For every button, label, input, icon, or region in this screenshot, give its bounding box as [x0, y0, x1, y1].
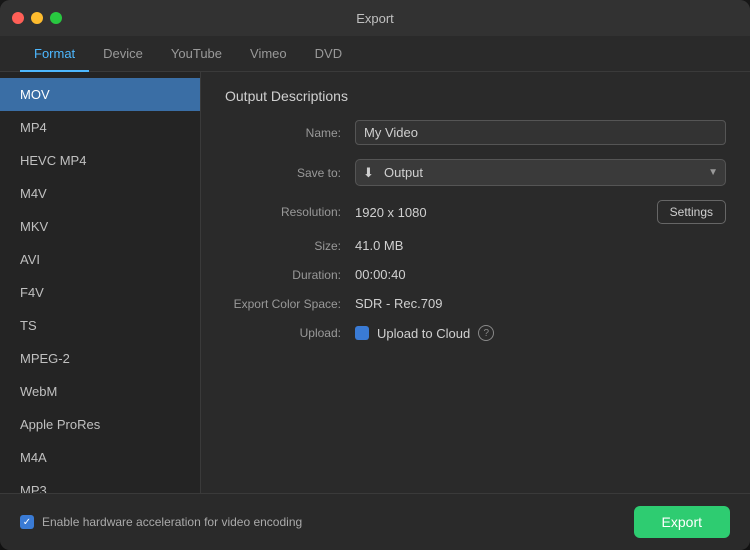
panel-title: Output Descriptions [225, 88, 726, 104]
format-item-m4v[interactable]: M4V [0, 177, 200, 210]
format-item-f4v[interactable]: F4V [0, 276, 200, 309]
save-to-select[interactable]: Output [355, 159, 726, 186]
name-row: Name: [225, 120, 726, 145]
save-to-icon: ⬇ [363, 165, 374, 181]
format-list: MOV MP4 HEVC MP4 M4V MKV AVI F4V TS MPEG… [0, 72, 200, 493]
upload-container: Upload to Cloud ? [355, 325, 494, 341]
upload-label: Upload: [225, 326, 355, 340]
duration-row: Duration: 00:00:40 [225, 267, 726, 282]
color-space-row: Export Color Space: SDR - Rec.709 [225, 296, 726, 311]
size-value: 41.0 MB [355, 238, 726, 253]
info-icon[interactable]: ? [478, 325, 494, 341]
upload-to-cloud-label: Upload to Cloud [377, 326, 470, 341]
hw-accel-checkbox[interactable]: ✓ [20, 515, 34, 529]
format-item-avi[interactable]: AVI [0, 243, 200, 276]
save-to-row: Save to: ⬇ Output ▼ [225, 159, 726, 186]
tab-vimeo[interactable]: Vimeo [236, 36, 301, 71]
upload-to-cloud-checkbox[interactable] [355, 326, 369, 340]
resolution-container: 1920 x 1080 Settings [355, 200, 726, 224]
color-space-label: Export Color Space: [225, 297, 355, 311]
minimize-button[interactable] [31, 12, 43, 24]
export-button[interactable]: Export [634, 506, 730, 538]
close-button[interactable] [12, 12, 24, 24]
checkmark-icon: ✓ [23, 517, 31, 528]
resolution-label: Resolution: [225, 205, 355, 219]
size-label: Size: [225, 239, 355, 253]
upload-row: Upload: Upload to Cloud ? [225, 325, 726, 341]
format-item-mp3[interactable]: MP3 [0, 474, 200, 493]
format-item-webm[interactable]: WebM [0, 375, 200, 408]
hw-accel-label: Enable hardware acceleration for video e… [42, 515, 302, 529]
maximize-button[interactable] [50, 12, 62, 24]
resolution-value: 1920 x 1080 [355, 205, 645, 220]
format-item-apple-prores[interactable]: Apple ProRes [0, 408, 200, 441]
bottom-bar: ✓ Enable hardware acceleration for video… [0, 493, 750, 550]
save-to-container: ⬇ Output ▼ [355, 159, 726, 186]
format-item-mov[interactable]: MOV [0, 78, 200, 111]
export-window: Export Format Device YouTube Vimeo DVD M… [0, 0, 750, 550]
format-item-mpeg2[interactable]: MPEG-2 [0, 342, 200, 375]
format-item-m4a[interactable]: M4A [0, 441, 200, 474]
save-to-label: Save to: [225, 166, 355, 180]
tab-device[interactable]: Device [89, 36, 157, 71]
size-row: Size: 41.0 MB [225, 238, 726, 253]
tab-dvd[interactable]: DVD [301, 36, 356, 71]
main-content: MOV MP4 HEVC MP4 M4V MKV AVI F4V TS MPEG… [0, 72, 750, 493]
format-item-ts[interactable]: TS [0, 309, 200, 342]
name-input[interactable] [355, 120, 726, 145]
duration-value: 00:00:40 [355, 267, 726, 282]
tab-youtube[interactable]: YouTube [157, 36, 236, 71]
duration-label: Duration: [225, 268, 355, 282]
color-space-value: SDR - Rec.709 [355, 296, 726, 311]
format-item-mp4[interactable]: MP4 [0, 111, 200, 144]
tab-format[interactable]: Format [20, 36, 89, 71]
format-item-hevc-mp4[interactable]: HEVC MP4 [0, 144, 200, 177]
name-label: Name: [225, 126, 355, 140]
resolution-row: Resolution: 1920 x 1080 Settings [225, 200, 726, 224]
tabs-bar: Format Device YouTube Vimeo DVD [0, 36, 750, 72]
traffic-lights [12, 12, 62, 24]
window-title: Export [356, 11, 394, 26]
output-panel: Output Descriptions Name: Save to: ⬇ Out… [201, 72, 750, 493]
titlebar: Export [0, 0, 750, 36]
hw-accel-container: ✓ Enable hardware acceleration for video… [20, 515, 634, 529]
settings-button[interactable]: Settings [657, 200, 726, 224]
format-item-mkv[interactable]: MKV [0, 210, 200, 243]
